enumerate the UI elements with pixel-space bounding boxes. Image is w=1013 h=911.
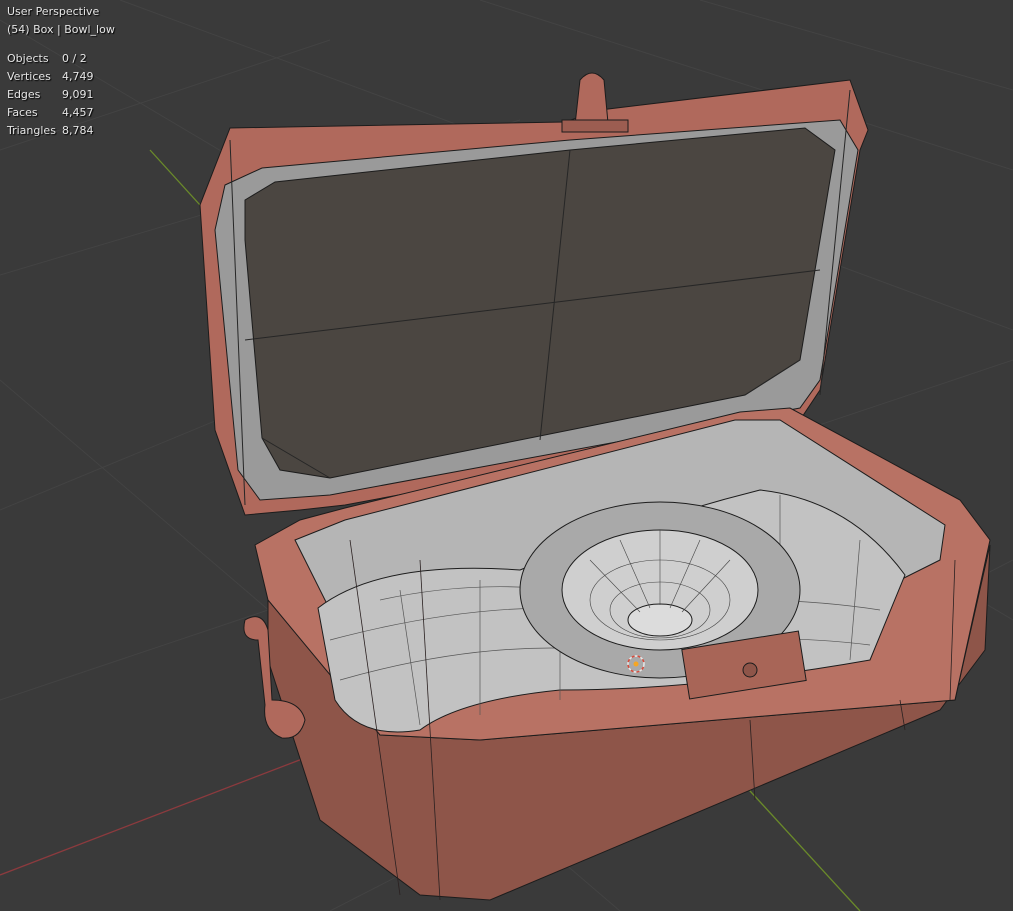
3d-viewport[interactable]: User Perspective (54) Box | Bowl_low Obj… <box>0 0 1013 911</box>
y-axis-line-front <box>739 779 861 911</box>
bowl-bottom <box>627 603 693 637</box>
front-latch-knob <box>742 662 758 678</box>
origin-icon <box>633 661 639 667</box>
lid-handle <box>574 72 609 126</box>
lid-hinge-plate <box>561 119 629 133</box>
scene-render[interactable] <box>0 0 1013 911</box>
